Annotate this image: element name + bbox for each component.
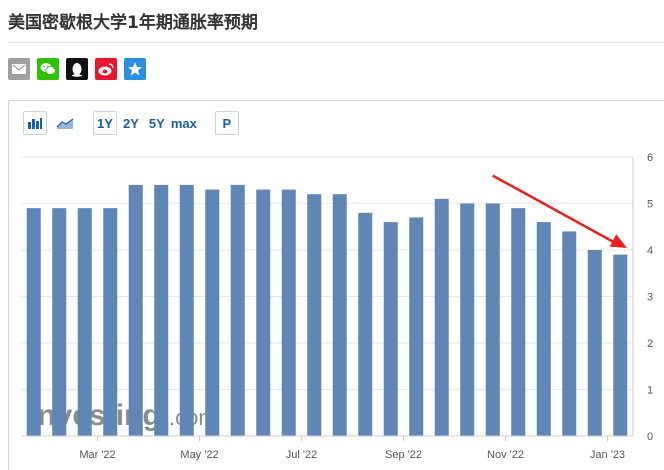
y-tick-label: 3 [647,292,653,304]
bars [26,184,628,436]
y-tick-label: 5 [647,199,653,211]
page-title: 美国密歇根大学1年期通胀率预期 [8,13,258,33]
bar [52,208,67,436]
bar [485,203,500,436]
x-tick-label: Nov '22 [487,449,524,461]
y-tick-label: 0 [647,431,653,443]
bar [307,194,322,436]
bar [434,198,449,436]
email-icon [12,64,26,74]
qzone-share-button[interactable] [124,58,146,80]
weibo-share-button[interactable] [95,58,117,80]
bar [409,217,424,436]
y-tick-label: 6 [647,152,653,164]
bar-chart-button[interactable] [23,111,47,135]
chart-toolbar: 1Y 2Y 5Y max P [9,101,664,145]
x-tick-label: May '22 [180,449,218,461]
qq-share-button[interactable] [66,58,88,80]
bar [26,208,41,436]
bar-chart: Investing .com 0123456 Mar '22May '22Jul… [21,152,653,461]
y-tick-label: 4 [647,245,653,257]
line-chart-button[interactable] [53,111,77,135]
x-tick-label: Jul '22 [286,449,317,461]
p-button[interactable]: P [214,111,239,135]
bar [536,222,551,436]
bar [230,184,245,436]
divider [8,42,664,43]
bar [128,184,143,436]
x-tick-label: Jan '23 [590,449,625,461]
bar [77,208,92,436]
bar [205,189,220,436]
bar [332,194,347,436]
star-icon [128,62,142,76]
range-max-button[interactable]: max [171,116,197,131]
bar [587,250,602,436]
wechat-icon [40,63,56,75]
bar [383,222,398,436]
qq-icon [72,62,82,77]
wechat-share-button[interactable] [37,58,59,80]
bar [613,254,628,436]
bar [460,203,475,436]
weibo-icon [98,62,114,75]
bar-chart-icon [28,118,42,129]
area-chart-icon [56,118,74,129]
range-5y-button[interactable]: 5Y [149,116,165,131]
x-tick-label: Sep '22 [385,449,422,461]
bar [179,184,194,436]
y-tick-label: 1 [647,385,653,397]
bar [154,184,169,436]
y-tick-label: 2 [647,338,653,350]
bar [358,212,373,436]
x-tick-label: Mar '22 [79,449,115,461]
bar [562,231,577,436]
range-selector: 1Y 2Y 5Y max [93,111,207,135]
range-1y-button[interactable]: 1Y [93,111,117,135]
chart-panel: 1Y 2Y 5Y max P Investing .com 0123456 Ma… [8,100,664,470]
bar [256,189,271,436]
email-share-button[interactable] [8,58,30,80]
range-2y-button[interactable]: 2Y [123,116,139,131]
bar [511,208,526,436]
share-bar [8,58,146,80]
bar [281,189,296,436]
bar [103,208,118,436]
x-axis: Mar '22 May '22 Jul '22 Sep '22 Nov '22 Jan '… [79,436,625,461]
